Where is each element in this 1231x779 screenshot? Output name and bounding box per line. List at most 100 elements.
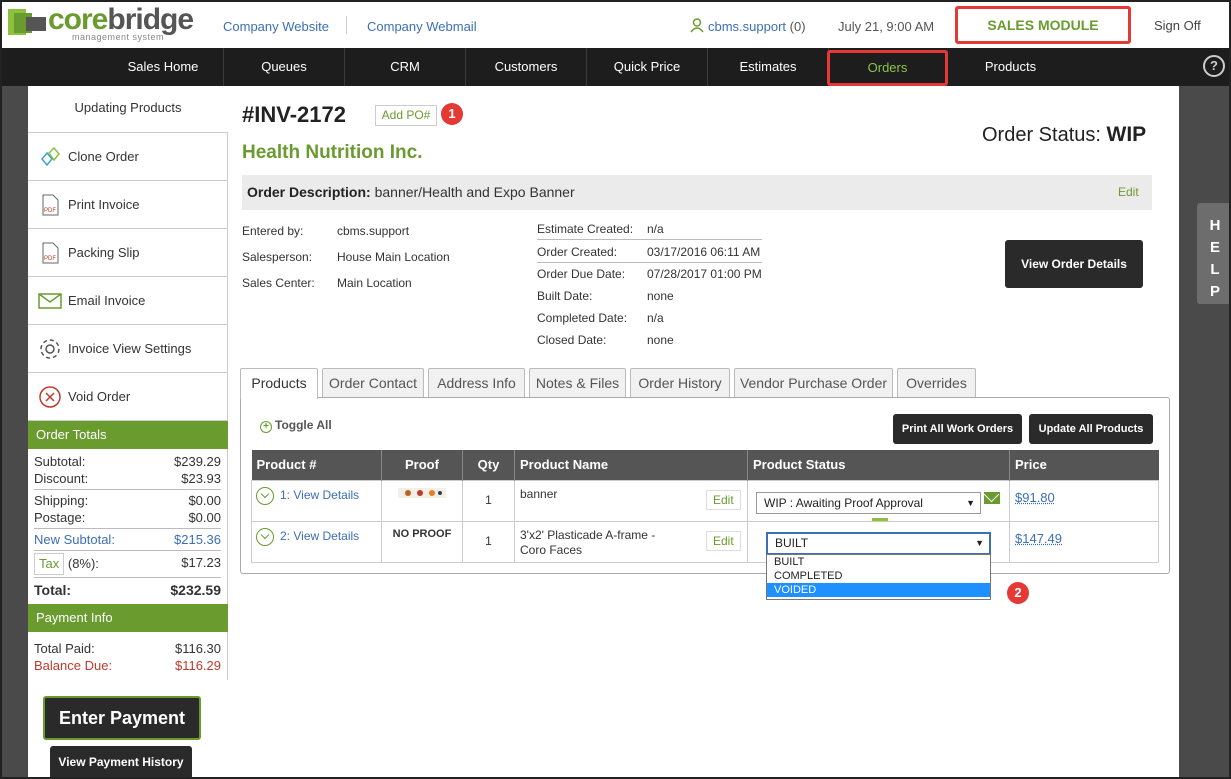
void-order-label: Void Order xyxy=(68,389,131,404)
sales-module-button[interactable]: SALES MODULE xyxy=(955,6,1131,44)
envelope-icon[interactable] xyxy=(984,492,1000,504)
tab-vendor-purchase-order[interactable]: Vendor Purchase Order xyxy=(734,368,893,398)
tab-overrides[interactable]: Overrides xyxy=(897,368,976,398)
price-link[interactable]: $91.80 xyxy=(1015,490,1055,505)
add-po-button[interactable]: Add PO# xyxy=(375,105,437,126)
pdf-icon: PDF xyxy=(42,194,59,216)
edit-product-button[interactable]: Edit xyxy=(706,530,741,551)
nav-products[interactable]: Products xyxy=(950,48,1071,86)
closed-date-label: Closed Date: xyxy=(537,333,607,347)
divider xyxy=(34,550,221,551)
nav-queues[interactable]: Queues xyxy=(224,48,345,86)
product-status-select[interactable]: BUILT ▼ xyxy=(766,532,991,555)
entered-by-value: cbms.support xyxy=(337,224,410,238)
table-header-row: Product # Proof Qty Product Name Product… xyxy=(251,450,1159,480)
status-option-completed[interactable]: COMPLETED xyxy=(767,569,990,583)
nav-quick-price[interactable]: Quick Price xyxy=(587,48,708,86)
corebridge-logo[interactable]: corebridge management system xyxy=(6,3,194,43)
tab-order-contact[interactable]: Order Contact xyxy=(322,368,424,398)
product-name: 3'x2' Plasticade A-frame - Coro Faces xyxy=(520,527,656,557)
nav-customers[interactable]: Customers xyxy=(466,48,587,86)
nav-orders[interactable]: Orders xyxy=(827,50,948,86)
invoice-view-settings-button[interactable]: Invoice View Settings xyxy=(28,325,228,373)
pdf-icon: PDF xyxy=(42,242,59,264)
company-name[interactable]: Health Nutrition Inc. xyxy=(242,142,423,164)
update-all-products-button[interactable]: Update All Products xyxy=(1029,414,1153,444)
product-name: banner xyxy=(520,486,558,501)
invoice-view-settings-label: Invoice View Settings xyxy=(68,341,192,356)
view-payment-history-button[interactable]: View Payment History xyxy=(50,746,192,777)
total-paid-label: Total Paid: xyxy=(34,641,95,656)
question-circle-icon[interactable]: ? xyxy=(1203,55,1225,77)
toggle-all-button[interactable]: + Toggle All xyxy=(260,418,332,433)
right-gutter xyxy=(1179,86,1229,777)
edit-description-link[interactable]: Edit xyxy=(1118,185,1139,199)
clone-order-label: Clone Order xyxy=(68,149,139,164)
col-product-status: Product Status xyxy=(747,450,1010,480)
print-all-work-orders-button[interactable]: Print All Work Orders xyxy=(893,414,1022,444)
postage-label: Postage: xyxy=(34,510,86,525)
proof-thumbnail[interactable] xyxy=(398,487,446,499)
void-order-button[interactable]: Void Order xyxy=(28,373,228,421)
clone-order-button[interactable]: Clone Order xyxy=(28,133,228,181)
nav-crm[interactable]: CRM xyxy=(345,48,466,86)
view-details-link[interactable]: View Details xyxy=(293,488,359,502)
tax-rate: (8%): xyxy=(67,556,99,571)
product-name-cell: 3'x2' Plasticade A-frame - Coro Faces Edi… xyxy=(514,520,748,563)
tab-products[interactable]: Products xyxy=(240,368,318,399)
company-website-link[interactable]: Company Website xyxy=(223,19,329,34)
view-details-link[interactable]: View Details xyxy=(293,529,359,543)
status-indicator xyxy=(872,518,888,521)
chevron-down-icon[interactable] xyxy=(256,486,274,505)
order-due-date-value: 07/28/2017 01:00 PM xyxy=(647,267,762,281)
subtotal-row: Subtotal: $239.29 xyxy=(34,453,221,470)
nav-estimates[interactable]: Estimates xyxy=(708,48,829,86)
payment-info: Total Paid: $116.30 Balance Due: $116.29 xyxy=(28,632,228,680)
status-option-voided[interactable]: VOIDED xyxy=(767,583,990,597)
email-invoice-button[interactable]: Email Invoice xyxy=(28,277,228,325)
product-status-select[interactable]: WIP : Awaiting Proof Approval ▼ xyxy=(756,492,981,514)
svg-text:PDF: PDF xyxy=(44,256,56,262)
nav-sales-home[interactable]: Sales Home xyxy=(103,48,224,86)
divider xyxy=(34,489,221,490)
product-status-value: WIP : Awaiting Proof Approval xyxy=(764,496,923,510)
status-option-built[interactable]: BUILT xyxy=(767,555,990,569)
order-description-bar: Order Description: banner/Health and Exp… xyxy=(242,175,1152,210)
order-created-label: Order Created: xyxy=(537,245,618,259)
total-value: $232.59 xyxy=(170,582,221,598)
dropdown-arrow-icon: ▼ xyxy=(975,538,984,548)
shipping-row: Shipping: $0.00 xyxy=(34,492,221,509)
help-tab[interactable]: H E L P xyxy=(1197,203,1229,304)
order-due-date-label: Order Due Date: xyxy=(537,267,626,281)
subtotal-label: Subtotal: xyxy=(34,454,86,469)
enter-payment-button[interactable]: Enter Payment xyxy=(43,696,201,740)
shipping-label: Shipping: xyxy=(34,493,89,508)
price-link[interactable]: $147.49 xyxy=(1015,531,1062,546)
tab-address-info[interactable]: Address Info xyxy=(428,368,525,398)
packing-slip-button[interactable]: PDF Packing Slip xyxy=(28,229,228,277)
company-webmail-link[interactable]: Company Webmail xyxy=(367,19,477,34)
toggle-all-label: Toggle All xyxy=(275,418,332,432)
edit-product-button[interactable]: Edit xyxy=(706,489,741,510)
col-product-name: Product Name xyxy=(514,450,748,480)
user-icon xyxy=(690,18,704,33)
qty-cell: 1 xyxy=(462,479,515,522)
user-menu[interactable]: cbms.support (0) xyxy=(690,18,806,34)
sign-off-link[interactable]: Sign Off xyxy=(1154,18,1201,33)
completed-date-label: Completed Date: xyxy=(537,311,628,325)
chevron-down-icon[interactable] xyxy=(256,527,274,546)
sales-center-value: Main Location xyxy=(337,276,412,290)
tax-button[interactable]: Tax xyxy=(34,553,65,575)
callout-badge-2: 2 xyxy=(1007,582,1029,604)
estimate-created-value: n/a xyxy=(647,222,664,236)
new-subtotal-row: New Subtotal: $215.36 xyxy=(34,531,221,548)
dropdown-arrow-icon: ▼ xyxy=(966,498,975,508)
tab-order-history[interactable]: Order History xyxy=(630,368,730,398)
balance-due-value: $116.29 xyxy=(174,658,221,673)
tab-notes-files[interactable]: Notes & Files xyxy=(529,368,626,398)
view-order-details-button[interactable]: View Order Details xyxy=(1005,240,1143,288)
subtotal-value: $239.29 xyxy=(174,454,221,469)
top-bar: corebridge management system Company Web… xyxy=(2,2,1229,48)
total-paid-value: $116.30 xyxy=(174,641,221,656)
print-invoice-button[interactable]: PDF Print Invoice xyxy=(28,181,228,229)
